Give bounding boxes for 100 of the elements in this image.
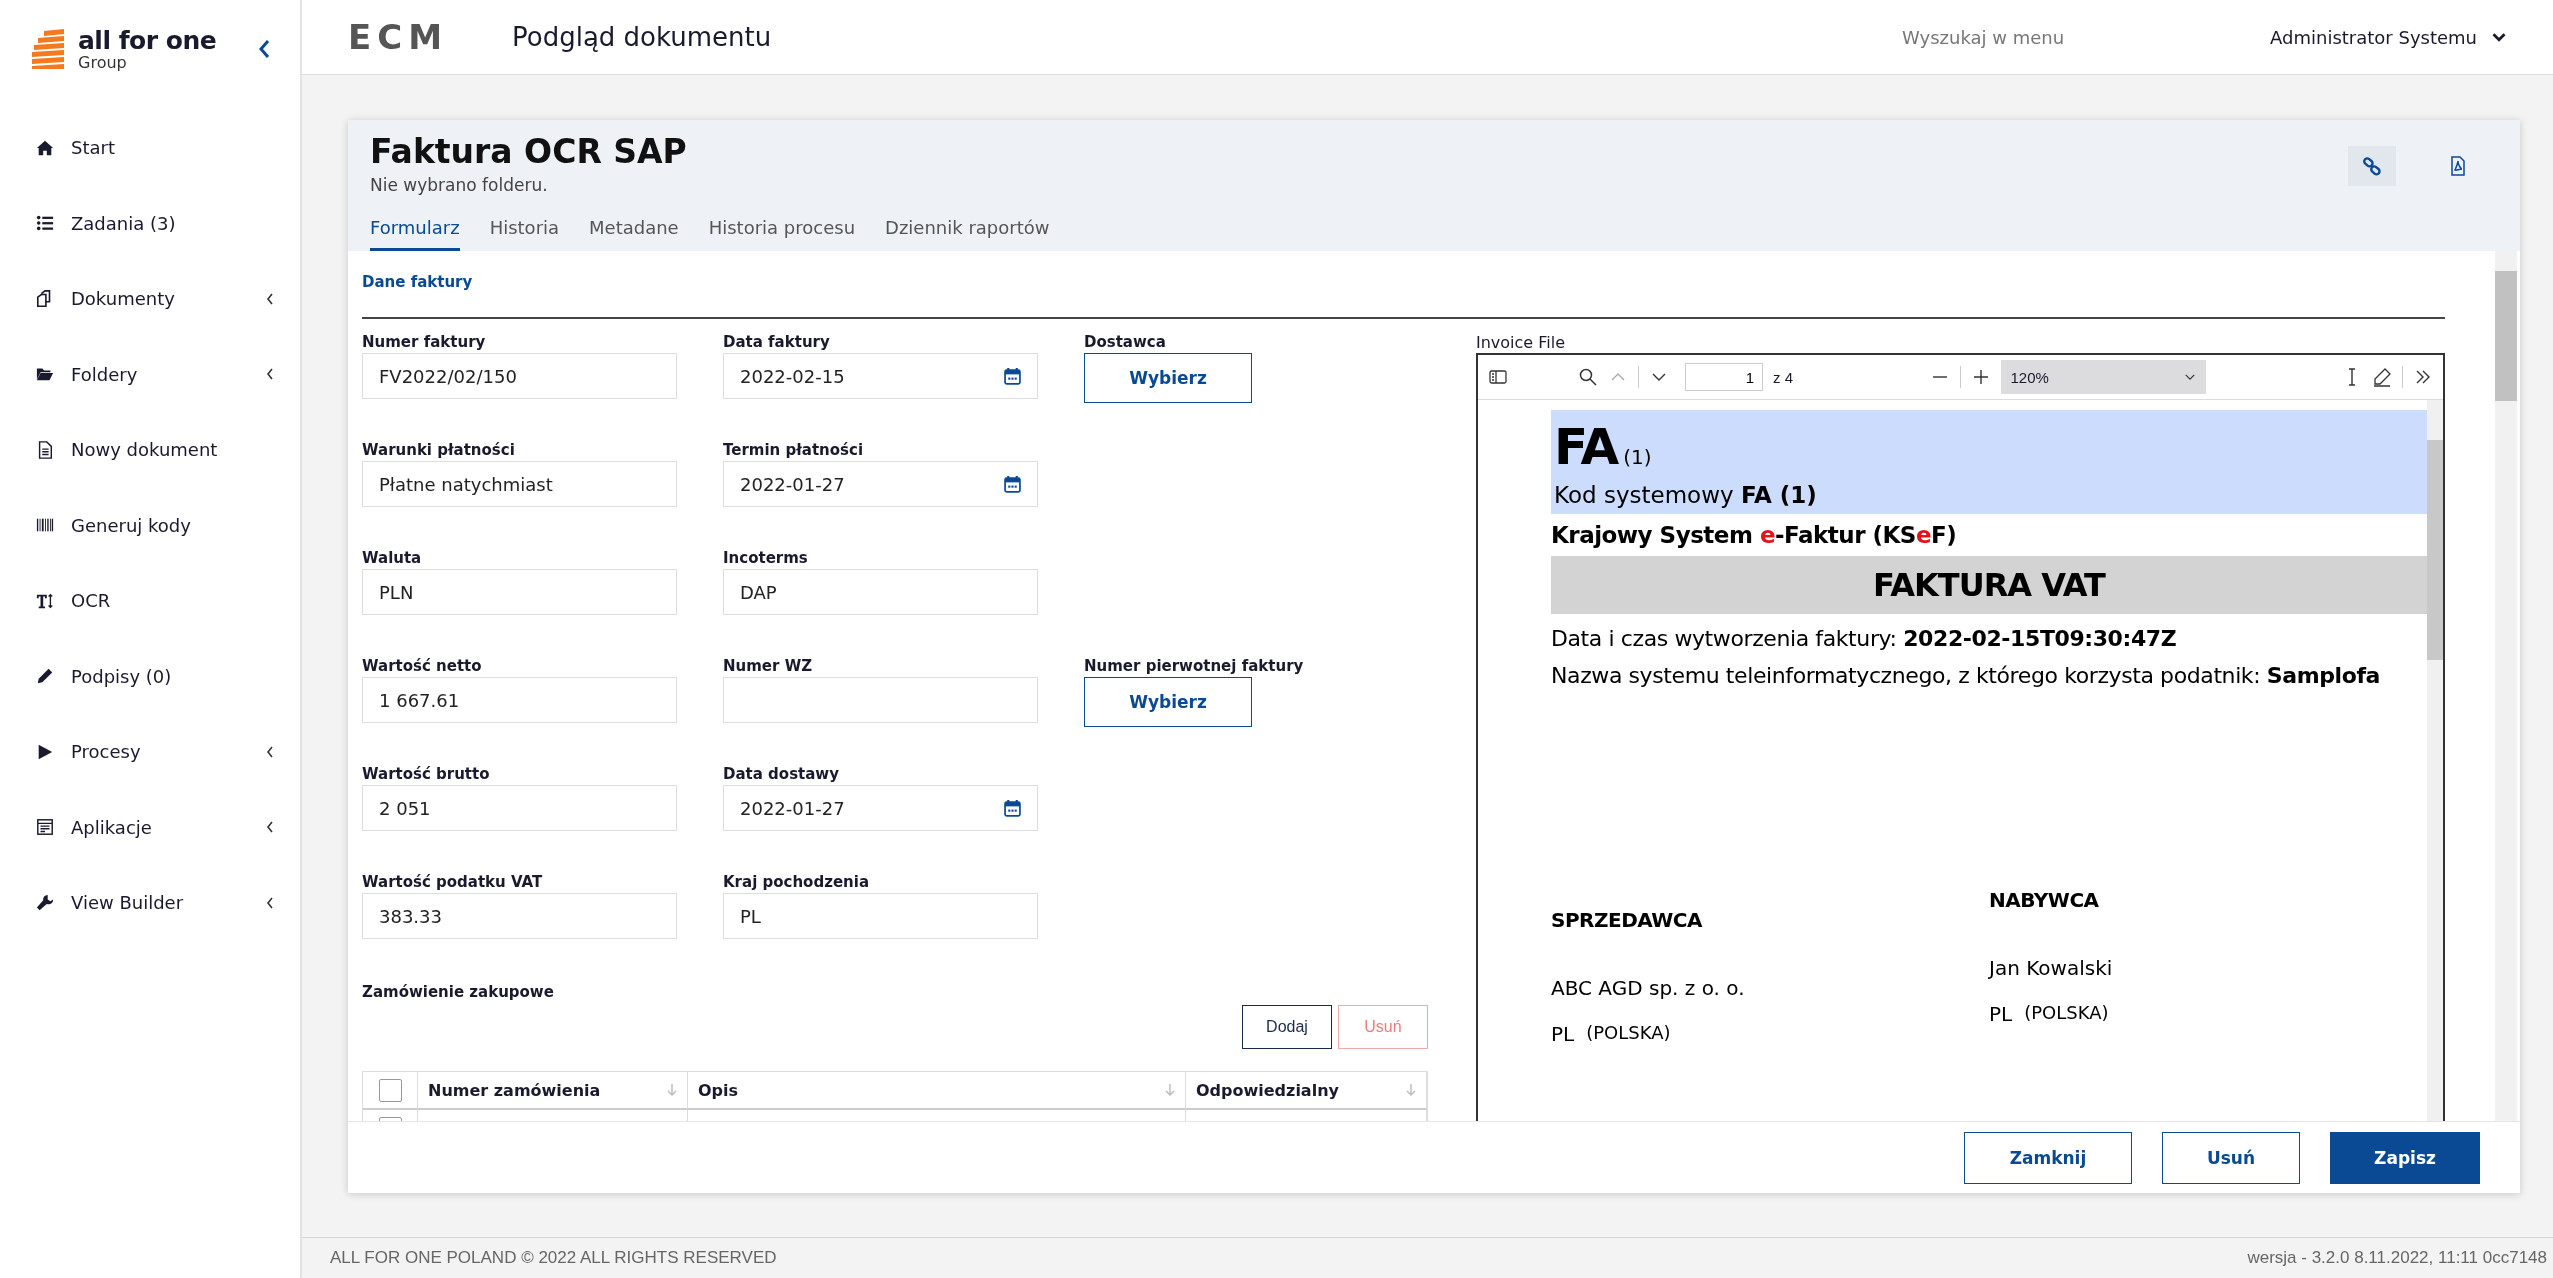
- app-logo: ECM: [348, 17, 448, 57]
- form-code: FA: [1554, 418, 1618, 476]
- field-label: Waluta: [362, 549, 423, 569]
- section-title: Dane faktury: [362, 273, 474, 291]
- version-text: wersja - 3.2.0 8.11.2022, 11:11 0cc7148: [2247, 1248, 2547, 1268]
- input-field[interactable]: [723, 677, 1038, 723]
- pdf-file-icon: [2448, 156, 2468, 176]
- pen-icon[interactable]: [2372, 367, 2392, 387]
- date-field[interactable]: 2022-02-15: [723, 353, 1038, 399]
- page-number-field[interactable]: 1: [1685, 363, 1763, 391]
- copyright-text: ALL FOR ONE POLAND © 2022 ALL RIGHTS RESERVED: [330, 1248, 777, 1268]
- field-label: Kraj pochodzenia: [723, 873, 870, 893]
- invoice-line: Data i czas wytworzenia faktury: 2022-02-15T09:30:47Z: [1551, 626, 2178, 651]
- select-all-checkbox[interactable]: [378, 1078, 402, 1102]
- input-field[interactable]: 1 667.61: [362, 677, 677, 723]
- page-count: z 4: [1773, 368, 1793, 386]
- zoom-dropdown[interactable]: 120%: [2000, 360, 2206, 394]
- calendar-icon[interactable]: [1004, 367, 1021, 385]
- field-label: Warunki płatności: [362, 441, 516, 461]
- sidebar-item[interactable]: Nowy dokument: [71, 439, 218, 461]
- sidebar-item[interactable]: Aplikacje: [71, 816, 152, 838]
- column-header[interactable]: Odpowiedzialny: [1196, 1080, 1339, 1100]
- field-label: Data dostawy: [723, 765, 840, 785]
- field-label: Termin płatności: [723, 441, 865, 461]
- field-label: Numer pierwotnej faktury: [1084, 657, 1305, 677]
- country-name: (POLSKA): [2024, 1002, 2109, 1025]
- input-field[interactable]: Płatne natychmiast: [362, 461, 677, 507]
- column-header[interactable]: Opis: [698, 1080, 739, 1100]
- sidebar-item[interactable]: View Builder: [71, 892, 184, 914]
- search-icon[interactable]: [1578, 367, 1598, 387]
- section-label: Zamówienie zakupowe: [362, 983, 555, 1003]
- home-icon: [36, 138, 54, 157]
- chevron-icon: [266, 821, 274, 834]
- field-label: Incoterms: [723, 549, 809, 569]
- country-name: (POLSKA): [1586, 1022, 1671, 1045]
- calendar-icon[interactable]: [1004, 799, 1021, 817]
- input-field[interactable]: DAP: [723, 569, 1038, 615]
- date-field[interactable]: 2022-01-27: [723, 785, 1038, 831]
- sidebar-item[interactable]: Zadania (3): [71, 212, 176, 234]
- input-field[interactable]: PLN: [362, 569, 677, 615]
- list-icon: [36, 214, 54, 233]
- scrollbar[interactable]: [2427, 400, 2443, 1121]
- field-label: Invoice File: [1476, 333, 1567, 353]
- field-label: Dostawca: [1084, 333, 1167, 353]
- sidebar-toggle-icon[interactable]: [1488, 367, 1508, 387]
- action-button[interactable]: Zamknij: [1964, 1131, 2132, 1184]
- chevron-icon: [266, 896, 274, 909]
- action-button[interactable]: Usuń: [2162, 1131, 2300, 1184]
- add-button[interactable]: Dodaj: [1242, 1005, 1332, 1049]
- sidebar-item[interactable]: Generuj kody: [71, 514, 191, 536]
- tab[interactable]: Dziennik raportów: [885, 213, 1050, 251]
- party-role: SPRZEDAWCA: [1551, 908, 1704, 932]
- window-icon: [36, 818, 54, 837]
- document-title: Faktura OCR SAP: [370, 132, 687, 171]
- link-button[interactable]: [2348, 146, 2396, 186]
- country-code: PL: [1989, 1002, 2013, 1026]
- input-field[interactable]: 2 051: [362, 785, 677, 831]
- field-label: Wartość netto: [362, 657, 483, 677]
- document-icon: [36, 440, 54, 459]
- sidebar-item[interactable]: Start: [71, 137, 115, 159]
- collapse-chevron-icon[interactable]: [258, 39, 270, 59]
- select-button[interactable]: Wybierz: [1084, 353, 1252, 403]
- tab[interactable]: Historia procesu: [708, 213, 856, 251]
- date-field[interactable]: 2022-01-27: [723, 461, 1038, 507]
- field-label: Data faktury: [723, 333, 831, 353]
- party-name: Jan Kowalski: [1989, 956, 2114, 980]
- select-button[interactable]: Wybierz: [1084, 677, 1252, 727]
- input-field[interactable]: 383.33: [362, 893, 677, 939]
- chevron-down-icon: [2491, 31, 2507, 43]
- scrollbar[interactable]: [2495, 251, 2517, 1121]
- text-icon: [36, 591, 54, 610]
- folder-status: Nie wybrano folderu.: [370, 175, 549, 195]
- field-label: Wartość brutto: [362, 765, 491, 785]
- calendar-icon[interactable]: [1004, 475, 1021, 493]
- user-menu[interactable]: Administrator Systemu: [2264, 25, 2513, 49]
- page-title: Podgląd dokumentu: [512, 22, 772, 52]
- brand-name: all for one: [78, 27, 217, 53]
- column-header[interactable]: Numer zamówienia: [428, 1080, 601, 1100]
- system-code: Kod systemowy FA (1): [1554, 482, 1818, 508]
- chevron-icon: [266, 368, 274, 381]
- form-variant: (1): [1623, 445, 1652, 469]
- input-field[interactable]: PL: [723, 893, 1038, 939]
- sidebar-item[interactable]: Foldery: [71, 363, 138, 385]
- sidebar-item[interactable]: Podpisy (0): [71, 665, 172, 687]
- party-role: NABYWCA: [1989, 888, 2100, 912]
- input-field[interactable]: FV2022/02/150: [362, 353, 677, 399]
- sidebar-item[interactable]: OCR: [71, 590, 111, 612]
- action-button[interactable]: Zapisz: [2330, 1131, 2480, 1184]
- field-label: Numer faktury: [362, 333, 487, 353]
- tab[interactable]: Historia: [489, 213, 560, 251]
- brand-subtitle: Group: [78, 54, 128, 71]
- ksef-title: Krajowy System e-Faktur (KSeF): [1551, 521, 1958, 550]
- invoice-heading: FAKTURA VAT: [1551, 556, 2427, 614]
- tab[interactable]: Metadane: [589, 213, 679, 251]
- sidebar-item[interactable]: Procesy: [71, 741, 141, 763]
- tab[interactable]: Formularz: [370, 213, 460, 251]
- chevron-icon: [266, 292, 274, 305]
- field-label: Wartość podatku VAT: [362, 873, 544, 893]
- caret-icon: [2183, 372, 2196, 382]
- sidebar-item[interactable]: Dokumenty: [71, 288, 175, 310]
